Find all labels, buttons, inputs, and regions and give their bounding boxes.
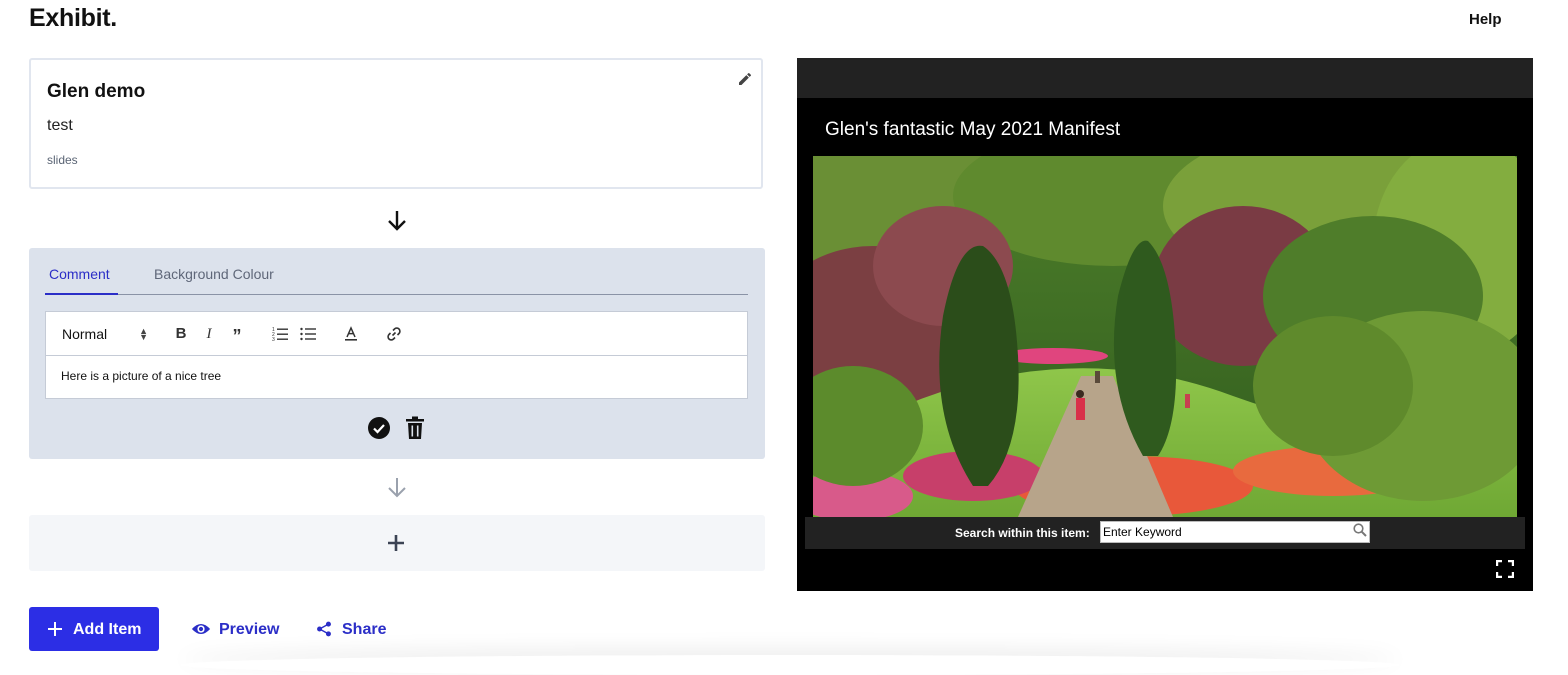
italic-icon[interactable]: I	[201, 326, 217, 342]
svg-text:3: 3	[272, 337, 275, 342]
share-label: Share	[342, 621, 387, 638]
trash-icon[interactable]	[405, 416, 425, 440]
format-select-value: Normal	[62, 326, 108, 342]
garden-photo[interactable]	[813, 156, 1517, 517]
check-circle-icon[interactable]	[368, 417, 390, 439]
editor-toolbar: Normal ▲ ▼ B I ” 1 2 3	[46, 312, 747, 356]
search-icon[interactable]	[1353, 523, 1367, 537]
search-label: Search within this item:	[955, 526, 1090, 540]
tab-bar: Comment Background Colour	[45, 248, 748, 295]
link-icon[interactable]	[386, 326, 402, 342]
viewer-title: Glen's fantastic May 2021 Manifest	[825, 119, 1121, 140]
add-item-button[interactable]: Add Item	[29, 607, 159, 651]
plus-icon	[388, 535, 404, 551]
slide-title: Glen demo	[47, 81, 146, 102]
bullet-list-icon[interactable]	[300, 326, 316, 342]
help-link[interactable]: Help	[1469, 11, 1502, 28]
plus-icon	[48, 622, 62, 636]
slide-type-label: slides	[47, 153, 78, 167]
editor-content[interactable]: Here is a picture of a nice tree	[61, 369, 221, 383]
arrow-down-faded-icon	[388, 478, 406, 498]
share-button[interactable]: Share	[315, 620, 395, 640]
text-color-icon[interactable]	[343, 326, 359, 342]
add-block-button[interactable]	[29, 515, 765, 571]
footer-shadow	[180, 655, 1400, 675]
preview-button[interactable]: Preview	[191, 620, 286, 640]
slide-card: Glen demo test slides	[29, 58, 763, 189]
search-bar: Search within this item:	[805, 517, 1525, 549]
preview-label: Preview	[219, 621, 280, 638]
fullscreen-icon[interactable]	[1496, 560, 1514, 578]
viewer-top-bar	[797, 58, 1533, 98]
pencil-icon[interactable]	[737, 71, 753, 87]
tab-background-colour[interactable]: Background Colour	[154, 266, 274, 282]
share-icon	[317, 621, 331, 637]
comment-panel: Comment Background Colour Normal ▲ ▼ B I …	[29, 248, 765, 459]
search-input[interactable]	[1100, 521, 1370, 543]
arrow-down-icon	[388, 211, 406, 231]
manifest-viewer: Glen's fantastic May 2021 Manifest Searc…	[797, 58, 1533, 591]
active-tab-indicator	[45, 293, 118, 295]
bold-icon[interactable]: B	[173, 326, 189, 342]
logo: Exhibit.	[29, 4, 117, 32]
add-item-label: Add Item	[73, 621, 142, 638]
rich-text-editor: Normal ▲ ▼ B I ” 1 2 3 Here is a picture…	[45, 311, 748, 399]
quote-icon[interactable]: ”	[229, 326, 245, 346]
eye-icon	[191, 624, 211, 634]
ordered-list-icon[interactable]: 1 2 3	[272, 326, 288, 342]
tab-comment[interactable]: Comment	[49, 266, 110, 282]
format-select[interactable]: Normal ▲ ▼	[62, 326, 148, 344]
slide-subtitle: test	[47, 117, 73, 134]
select-arrows-icon: ▲ ▼	[139, 326, 148, 342]
